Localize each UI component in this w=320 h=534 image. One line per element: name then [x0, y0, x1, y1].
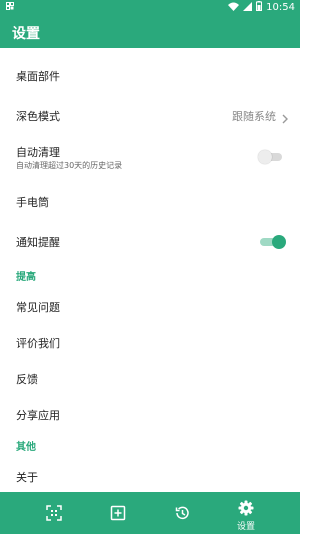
settings-list: 桌面部件 深色模式 跟随系统 自动清理 自动清理超过30天的历史记录 手电筒 通… — [0, 48, 300, 492]
toggle-knob — [272, 235, 286, 249]
battery-icon — [256, 1, 263, 14]
chevron-right-icon — [282, 109, 288, 128]
settings-item-label: 关于 — [16, 471, 38, 484]
settings-item-label: 反馈 — [16, 373, 38, 386]
settings-item-label: 评价我们 — [16, 337, 60, 350]
settings-item-widgets[interactable]: 桌面部件 — [0, 56, 300, 92]
settings-item-faq[interactable]: 常见问题 — [0, 288, 300, 324]
settings-item-label: 常见问题 — [16, 301, 60, 314]
settings-item-label: 通知提醒 — [16, 236, 60, 249]
nav-scan[interactable] — [24, 492, 84, 534]
nav-create[interactable] — [88, 492, 148, 534]
nav-settings[interactable]: 设置 — [216, 492, 276, 534]
settings-item-flashlight[interactable]: 手电筒 — [0, 182, 300, 218]
section-header-other: 其他 — [16, 442, 36, 453]
settings-item-label: 分享应用 — [16, 409, 60, 422]
status-bar: 10:54 — [0, 0, 300, 16]
wifi-icon — [228, 2, 240, 14]
notification-toggle[interactable] — [260, 235, 286, 249]
settings-item-label: 深色模式 — [16, 110, 60, 123]
settings-item-about[interactable]: 关于 — [0, 458, 300, 494]
settings-item-label: 手电筒 — [16, 196, 49, 209]
settings-item-dark-mode[interactable]: 深色模式 跟随系统 — [0, 96, 300, 132]
settings-item-rate[interactable]: 评价我们 — [0, 324, 300, 360]
notification-icon — [6, 2, 14, 13]
settings-item-feedback[interactable]: 反馈 — [0, 360, 300, 396]
settings-item-auto-clean[interactable]: 自动清理 自动清理超过30天的历史记录 — [0, 136, 300, 176]
status-time: 10:54 — [266, 2, 295, 13]
settings-item-label: 自动清理 — [16, 146, 60, 159]
page-title: 设置 — [12, 26, 40, 42]
nav-settings-label: 设置 — [236, 522, 255, 532]
auto-clean-toggle[interactable] — [258, 150, 282, 164]
settings-item-notification[interactable]: 通知提醒 — [0, 222, 300, 258]
toggle-knob — [258, 150, 272, 164]
dark-mode-value: 跟随系统 — [232, 110, 276, 123]
settings-item-share[interactable]: 分享应用 — [0, 396, 300, 432]
section-header-improve: 提高 — [16, 272, 36, 283]
signal-icon — [243, 1, 253, 14]
settings-item-label: 桌面部件 — [16, 70, 60, 83]
app-bar: 设置 — [0, 16, 300, 48]
bottom-nav: 设置 — [0, 492, 300, 534]
nav-history[interactable] — [152, 492, 212, 534]
settings-item-description: 自动清理超过30天的历史记录 — [16, 161, 123, 170]
